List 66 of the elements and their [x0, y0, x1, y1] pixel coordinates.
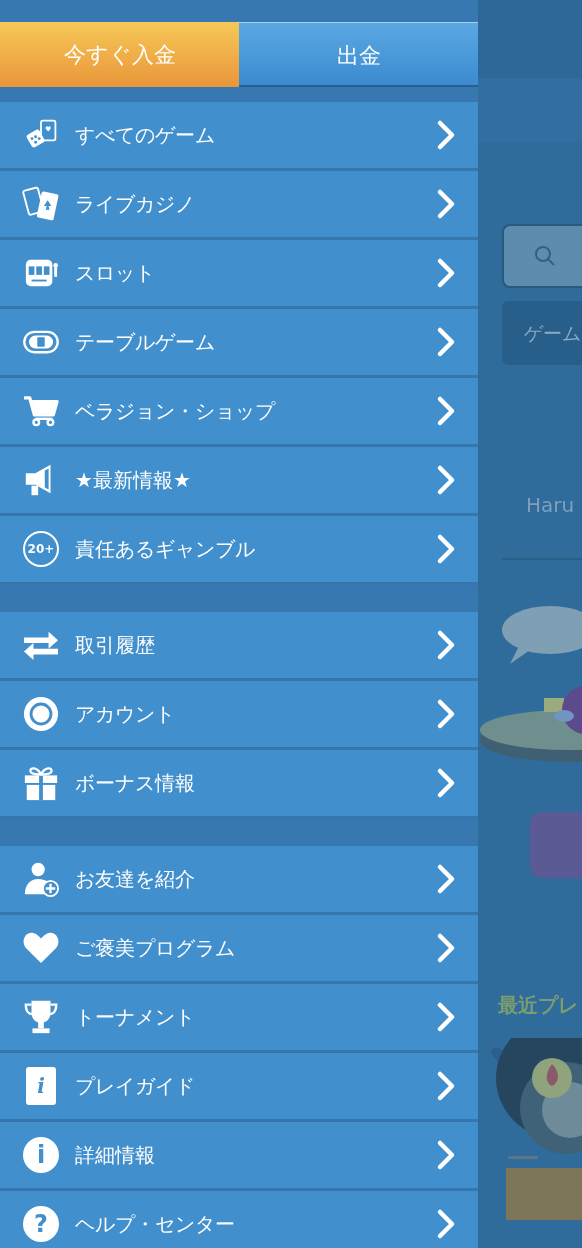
menu-label: 取引履歴	[75, 632, 156, 659]
chevron-right-icon	[436, 188, 456, 220]
category-tab[interactable]: ゲーム	[502, 301, 582, 365]
trophy-icon	[22, 998, 60, 1036]
menu-label: 詳細情報	[75, 1142, 156, 1169]
cart-icon	[22, 394, 60, 428]
help-icon: ?	[23, 1206, 59, 1242]
heart-icon	[22, 931, 60, 965]
gift-icon	[22, 764, 60, 802]
age-limit-icon: 20+	[23, 531, 59, 567]
username-text: Haru	[526, 492, 576, 519]
chevron-right-icon	[436, 326, 456, 358]
chevron-right-icon	[436, 629, 456, 661]
menu-label: ★最新情報★	[75, 467, 192, 494]
menu-item[interactable]: すべてのゲーム	[0, 102, 478, 171]
chevron-right-icon	[436, 767, 456, 799]
chevron-right-icon	[436, 1208, 456, 1240]
chevron-right-icon	[436, 464, 456, 496]
menu-item[interactable]: アカウント	[0, 681, 478, 750]
chevron-right-icon	[436, 932, 456, 964]
menu-label: プレイガイド	[75, 1073, 196, 1100]
withdraw-button[interactable]: 出金	[239, 22, 478, 87]
search-icon	[534, 245, 556, 267]
chevron-right-icon	[436, 1001, 456, 1033]
menu-label: ボーナス情報	[75, 770, 196, 797]
menu-item[interactable]: i 詳細情報	[0, 1122, 478, 1191]
table-icon	[22, 329, 60, 355]
info-icon: i	[23, 1137, 59, 1173]
menu-label: スロット	[75, 260, 156, 287]
chevron-right-icon	[436, 395, 456, 427]
menu-item[interactable]: ライブカジノ	[0, 171, 478, 240]
menu-item[interactable]: テーブルゲーム	[0, 309, 478, 378]
menu-item[interactable]: トーナメント	[0, 984, 478, 1053]
section-title: 最近プレ	[498, 992, 579, 1019]
chevron-right-icon	[436, 533, 456, 565]
menu-item[interactable]: お友達を紹介	[0, 846, 478, 915]
playing-cards-icon	[22, 185, 60, 223]
chevron-right-icon	[436, 863, 456, 895]
book-icon: i	[26, 1067, 56, 1105]
menu-item[interactable]: 取引履歴	[0, 612, 478, 681]
menu-label: ライブカジノ	[75, 191, 196, 218]
menu-item[interactable]: 20+ 責任あるギャンブル	[0, 516, 478, 585]
menu-label: アカウント	[75, 701, 176, 728]
menu-label: ヘルプ・センター	[75, 1211, 236, 1238]
chevron-right-icon	[436, 257, 456, 289]
menu-item[interactable]: ベラジョン・ショップ	[0, 378, 478, 447]
menu-item[interactable]: ボーナス情報	[0, 750, 478, 819]
menu-item[interactable]: スロット	[0, 240, 478, 309]
menu-label: 責任あるギャンブル	[75, 536, 256, 563]
search-field[interactable]	[502, 224, 582, 288]
menu-label: テーブルゲーム	[75, 329, 216, 356]
menu-item[interactable]: i プレイガイド	[0, 1053, 478, 1122]
menu-label: すべてのゲーム	[75, 122, 216, 149]
menu-label: トーナメント	[75, 1004, 196, 1031]
menu-item[interactable]: ★最新情報★	[0, 447, 478, 516]
menu-item[interactable]: ? ヘルプ・センター	[0, 1191, 478, 1248]
menu-label: ご褒美プログラム	[75, 935, 236, 962]
add-user-icon	[22, 860, 60, 898]
chevron-right-icon	[436, 1070, 456, 1102]
menu-label: ベラジョン・ショップ	[75, 398, 277, 425]
chevron-right-icon	[436, 698, 456, 730]
chevron-right-icon	[436, 1139, 456, 1171]
menu-item[interactable]: ご褒美プログラム	[0, 915, 478, 984]
chevron-right-icon	[436, 119, 456, 151]
deposit-button[interactable]: 今すぐ入金	[0, 22, 239, 87]
menu-label: お友達を紹介	[75, 866, 196, 893]
